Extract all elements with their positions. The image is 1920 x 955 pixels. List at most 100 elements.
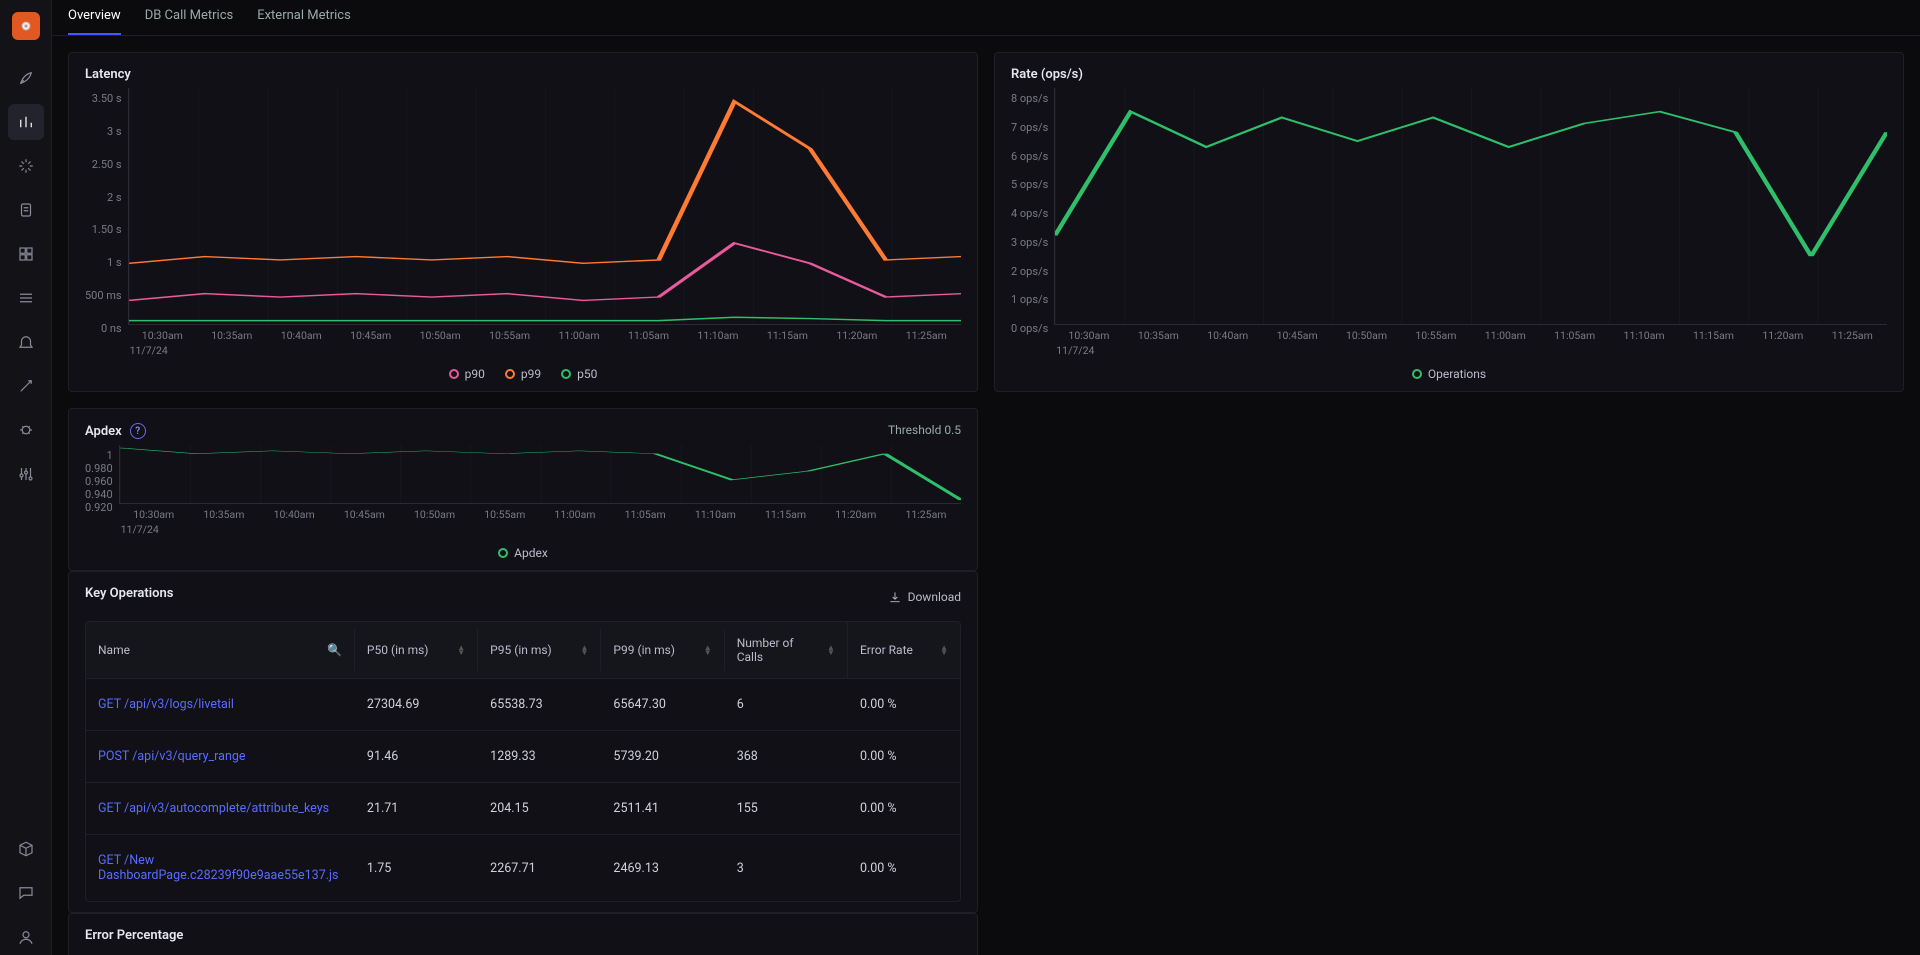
nav-dashboards[interactable]: [8, 236, 44, 272]
col-p95[interactable]: P95 (in ms) ▲▼: [478, 629, 601, 671]
cell-p99: 2511.41: [601, 783, 724, 834]
ytick: 4 ops/s: [1011, 207, 1048, 220]
cell-error-rate: 0.00 %: [848, 843, 960, 894]
tab-external-metrics[interactable]: External Metrics: [257, 0, 351, 35]
legend-p90[interactable]: p90: [449, 367, 485, 381]
table-row: POST /api/v3/query_range91.461289.335739…: [86, 730, 960, 782]
latency-date: 11/7/24: [128, 342, 961, 357]
xtick: 10:50am: [405, 329, 474, 342]
nav-exceptions[interactable]: [8, 412, 44, 448]
app-logo[interactable]: [12, 12, 40, 40]
key-operations-title: Key Operations: [85, 586, 173, 601]
xtick: 11:10am: [1609, 329, 1678, 342]
download-button[interactable]: Download: [888, 590, 961, 604]
col-name[interactable]: Name🔍: [86, 629, 355, 671]
tab-db-call-metrics[interactable]: DB Call Metrics: [145, 0, 234, 35]
ytick: 2 ops/s: [1011, 265, 1048, 278]
ytick: 2.50 s: [92, 158, 122, 171]
col-p50[interactable]: P50 (in ms)▲▼: [355, 629, 478, 671]
user-icon: [17, 928, 35, 946]
sort-icon[interactable]: ▲▼: [581, 645, 589, 655]
xtick: 11:15am: [753, 329, 822, 342]
col-p99[interactable]: P99 (in ms)▲▼: [601, 629, 724, 671]
xtick: 10:30am: [119, 508, 189, 521]
cell-p99: 5739.20: [601, 731, 724, 782]
rocket-icon: [17, 69, 35, 87]
key-operations-table: Name🔍 P50 (in ms)▲▼ P95 (in ms) ▲▼ P99 (i…: [85, 621, 961, 902]
xtick: 10:50am: [1332, 329, 1401, 342]
panel-rate-title: Rate (ops/s): [1011, 67, 1887, 82]
panel-error-percentage: Error Percentage: [68, 913, 978, 955]
op-name-link[interactable]: GET /New DashboardPage.c28239f90e9aae55e…: [86, 835, 355, 901]
xtick: 11:20am: [1748, 329, 1817, 342]
nav-billing[interactable]: [8, 831, 44, 867]
op-name-link[interactable]: GET /api/v3/autocomplete/attribute_keys: [86, 783, 355, 834]
rate-xaxis: 10:30am 10:35am 10:40am 10:45am 10:50am …: [1054, 325, 1887, 342]
nav-traces[interactable]: [8, 148, 44, 184]
op-name-link[interactable]: GET /api/v3/logs/livetail: [86, 679, 355, 730]
ytick: 1 ops/s: [1011, 293, 1048, 306]
nav-account[interactable]: [8, 919, 44, 955]
rate-date: 11/7/24: [1054, 342, 1887, 357]
xtick: 11:20am: [821, 508, 891, 521]
col-label: P95 (in ms): [490, 643, 552, 657]
sort-icon[interactable]: ▲▼: [704, 645, 712, 655]
legend-p99[interactable]: p99: [505, 367, 541, 381]
nav-magic[interactable]: [8, 368, 44, 404]
legend-p50[interactable]: p50: [561, 367, 597, 381]
apdex-xaxis: 10:30am 10:35am 10:40am 10:45am 10:50am …: [119, 504, 961, 521]
ytick: 500 ms: [85, 289, 122, 302]
rate-yaxis: 8 ops/s 7 ops/s 6 ops/s 5 ops/s 4 ops/s …: [1011, 88, 1054, 357]
cell-error-rate: 0.00 %: [848, 783, 960, 834]
ytick: 6 ops/s: [1011, 150, 1048, 163]
xtick: 10:55am: [1401, 329, 1470, 342]
xtick: 10:35am: [1124, 329, 1193, 342]
bar-chart-icon: [17, 113, 35, 131]
latency-plot[interactable]: [128, 88, 961, 325]
nav-rocket[interactable]: [8, 60, 44, 96]
col-calls[interactable]: Number of Calls▲▼: [725, 622, 848, 678]
xtick: 10:40am: [267, 329, 336, 342]
panel-latency: Latency 3.50 s 3 s 2.50 s 2 s 1.50 s 1 s…: [68, 52, 978, 392]
nav-list[interactable]: [8, 280, 44, 316]
ytick: 2 s: [107, 191, 122, 204]
xtick: 11:00am: [544, 329, 613, 342]
cell-calls: 368: [725, 731, 848, 782]
op-name-link[interactable]: POST /api/v3/query_range: [86, 731, 355, 782]
download-icon: [888, 590, 902, 604]
ytick: 0.980: [85, 462, 113, 475]
nav-settings-sliders[interactable]: [8, 456, 44, 492]
sort-icon[interactable]: ▲▼: [940, 645, 948, 655]
legend-apdex[interactable]: Apdex: [498, 546, 548, 560]
nav-support[interactable]: [8, 875, 44, 911]
xtick: 11:25am: [1818, 329, 1887, 342]
xtick: 11:00am: [540, 508, 610, 521]
tab-overview[interactable]: Overview: [68, 0, 121, 35]
cell-error-rate: 0.00 %: [848, 679, 960, 730]
ytick: 1: [106, 449, 112, 462]
xtick: 11:10am: [683, 329, 752, 342]
xtick: 10:45am: [1262, 329, 1331, 342]
search-icon[interactable]: 🔍: [327, 643, 342, 657]
apdex-plot[interactable]: [119, 445, 961, 504]
legend-label: p50: [577, 367, 597, 381]
help-icon[interactable]: ?: [130, 423, 146, 439]
sort-icon[interactable]: ▲▼: [457, 645, 465, 655]
nav-alerts[interactable]: [8, 324, 44, 360]
table-header: Name🔍 P50 (in ms)▲▼ P95 (in ms) ▲▼ P99 (i…: [86, 622, 960, 678]
sort-icon[interactable]: ▲▼: [827, 645, 835, 655]
ytick: 0.920: [85, 501, 113, 514]
nav-metrics[interactable]: [8, 104, 44, 140]
nav-logs[interactable]: [8, 192, 44, 228]
legend-operations[interactable]: Operations: [1412, 367, 1486, 381]
rate-plot[interactable]: [1054, 88, 1887, 325]
page-tabs: Overview DB Call Metrics External Metric…: [52, 0, 1920, 36]
col-error-rate[interactable]: Error Rate▲▼: [848, 629, 960, 671]
cell-calls: 155: [725, 783, 848, 834]
ytick: 1.50 s: [92, 223, 122, 236]
table-row: GET /api/v3/logs/livetail27304.6965538.7…: [86, 678, 960, 730]
ytick: 0.940: [85, 488, 113, 501]
latency-legend: p90 p99 p50: [85, 357, 961, 381]
cell-p50: 27304.69: [355, 679, 478, 730]
xtick: 11:05am: [614, 329, 683, 342]
